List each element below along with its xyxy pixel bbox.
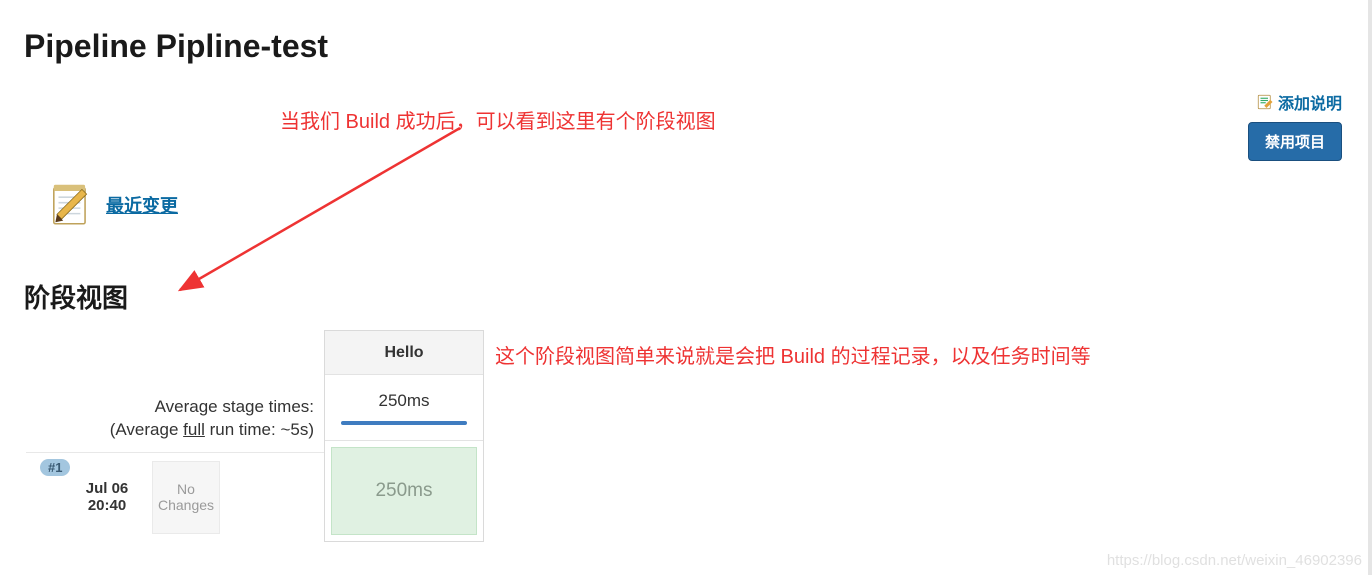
- stage-view-heading: 阶段视图: [24, 278, 128, 315]
- table-row[interactable]: #1 Jul 06 20:40 NoChanges: [26, 452, 324, 542]
- edit-note-icon: [1256, 93, 1274, 111]
- annotation-top: 当我们 Build 成功后，可以看到这里有个阶段视图: [280, 105, 716, 134]
- progress-bar: [341, 421, 467, 425]
- disable-project-button[interactable]: 禁用项目: [1248, 122, 1342, 161]
- recent-changes-link[interactable]: 最近变更: [106, 192, 178, 218]
- avg-label-line2: (Average full run time: ~5s): [26, 419, 314, 442]
- run-date: Jul 06 20:40: [66, 453, 148, 542]
- annotation-mid: 这个阶段视图简单来说就是会把 Build 的过程记录，以及任务时间等: [495, 340, 1091, 369]
- stage-view: Average stage times: (Average full run t…: [26, 330, 484, 542]
- avg-label-line1: Average stage times:: [26, 396, 314, 419]
- annotation-arrow: [160, 120, 500, 310]
- watermark: https://blog.csdn.net/weixin_46902396: [1107, 552, 1362, 569]
- stage-average-time: 250ms: [325, 375, 483, 441]
- page-edge: [1368, 0, 1372, 575]
- add-description-label: 添加说明: [1278, 90, 1342, 114]
- stage-run-time: 250ms: [331, 447, 477, 535]
- stage-column: Hello 250ms 250ms: [324, 330, 484, 542]
- stage-run-cell[interactable]: 250ms: [325, 441, 483, 541]
- notepad-icon: [46, 180, 96, 230]
- no-changes-cell: NoChanges: [152, 461, 220, 534]
- add-description-link[interactable]: 添加说明: [1256, 90, 1342, 114]
- average-stage-times-label: Average stage times: (Average full run t…: [26, 330, 324, 452]
- run-id-badge: #1: [40, 459, 70, 476]
- stage-name: Hello: [325, 331, 483, 375]
- page-title: Pipeline Pipline-test: [0, 0, 1372, 65]
